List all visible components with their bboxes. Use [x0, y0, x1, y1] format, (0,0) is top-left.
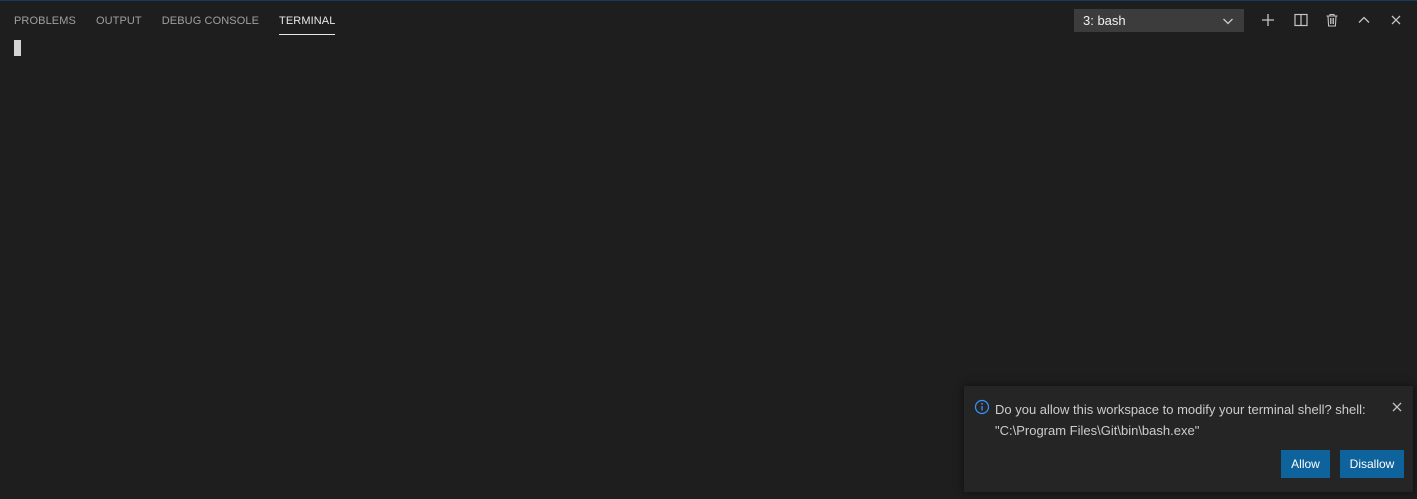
- terminal-panel: PROBLEMS OUTPUT DEBUG CONSOLE TERMINAL 3…: [0, 0, 1417, 499]
- terminal-select-value: 3: bash: [1083, 13, 1126, 28]
- terminal-select[interactable]: 3: bash: [1074, 9, 1244, 32]
- notification-toast: Do you allow this workspace to modify yo…: [964, 386, 1413, 492]
- panel-tabs: PROBLEMS OUTPUT DEBUG CONSOLE TERMINAL: [14, 14, 355, 35]
- disallow-button[interactable]: Disallow: [1340, 450, 1404, 478]
- tab-terminal[interactable]: TERMINAL: [279, 14, 336, 35]
- panel-header: PROBLEMS OUTPUT DEBUG CONSOLE TERMINAL 3…: [0, 1, 1417, 39]
- chevron-down-icon: [1223, 18, 1233, 25]
- split-icon: [1294, 13, 1308, 27]
- split-terminal-button[interactable]: [1291, 10, 1311, 30]
- chevron-up-icon: [1358, 16, 1370, 23]
- plus-icon: [1262, 14, 1274, 26]
- notification-message: Do you allow this workspace to modify yo…: [995, 399, 1385, 441]
- new-terminal-button[interactable]: [1258, 10, 1278, 30]
- allow-button[interactable]: Allow: [1281, 450, 1330, 478]
- notification-close-icon[interactable]: [1390, 400, 1404, 414]
- kill-terminal-button[interactable]: [1322, 10, 1342, 30]
- trash-icon: [1326, 13, 1338, 27]
- info-icon: [974, 399, 990, 415]
- close-icon: [1391, 15, 1401, 25]
- maximize-panel-button[interactable]: [1354, 10, 1374, 30]
- tab-problems[interactable]: PROBLEMS: [14, 14, 76, 34]
- notification-line-1: Do you allow this workspace to modify yo…: [995, 402, 1366, 417]
- close-panel-button[interactable]: [1386, 10, 1406, 30]
- terminal-cursor[interactable]: [14, 40, 21, 56]
- tab-output[interactable]: OUTPUT: [96, 14, 142, 34]
- notification-line-2: "C:\Program Files\Git\bin\bash.exe": [995, 423, 1200, 438]
- tab-debug-console[interactable]: DEBUG CONSOLE: [162, 14, 259, 34]
